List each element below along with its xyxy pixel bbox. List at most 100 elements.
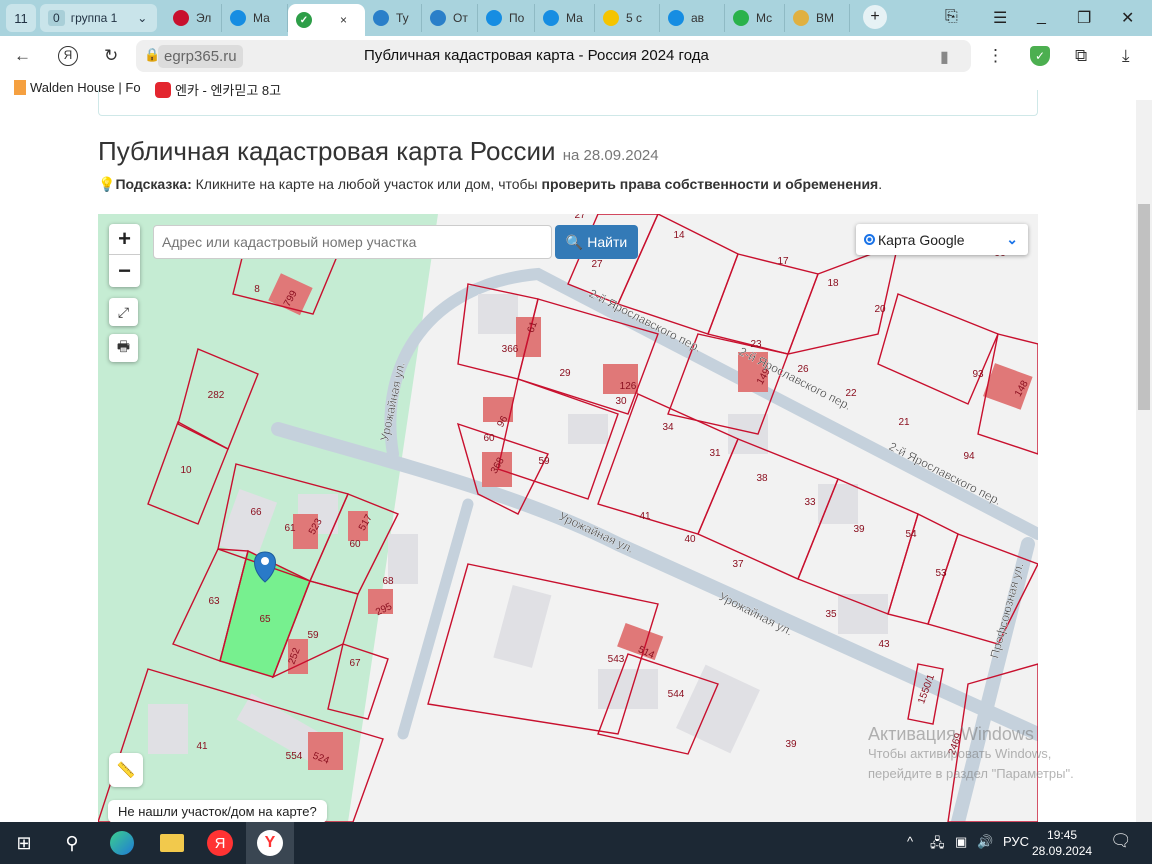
parcel-label[interactable]: 67 bbox=[349, 658, 361, 669]
tab-label: Эл bbox=[196, 11, 212, 25]
parcel-label[interactable]: 39 bbox=[853, 524, 865, 535]
parcel-label[interactable]: 93 bbox=[972, 369, 984, 380]
parcel-label[interactable]: 43 bbox=[878, 639, 890, 650]
parcel-label[interactable]: 53 bbox=[935, 568, 947, 579]
parcel-label[interactable]: 543 bbox=[608, 654, 625, 665]
bookmark-icon[interactable]: ▮ bbox=[940, 47, 949, 67]
tab[interactable]: Ма bbox=[222, 4, 288, 32]
tab[interactable]: ✓ × bbox=[288, 4, 365, 36]
parcel-label[interactable]: 65 bbox=[259, 614, 271, 625]
tab[interactable]: Ту bbox=[365, 4, 422, 32]
yandex-button[interactable]: Я bbox=[196, 822, 244, 864]
address-bar[interactable]: 🔒 egrp365.ru Публичная кадастровая карта… bbox=[136, 40, 971, 72]
tab-group[interactable]: 0 группа 1 ⌄ bbox=[40, 4, 157, 32]
fullscreen-button[interactable]: ⤢ bbox=[109, 298, 138, 326]
tab[interactable]: ав bbox=[660, 4, 725, 32]
parcel-label[interactable]: 41 bbox=[196, 741, 208, 752]
yandex-home-icon[interactable]: Я bbox=[58, 46, 78, 66]
parcel-label[interactable]: 41 bbox=[639, 511, 651, 522]
parcel-label[interactable]: 63 bbox=[208, 596, 220, 607]
new-tab-button[interactable]: + bbox=[863, 5, 887, 29]
parcel-label[interactable]: 94 bbox=[963, 451, 975, 462]
restore-icon[interactable]: ❐ bbox=[1077, 8, 1091, 28]
tab[interactable]: 5 с bbox=[595, 4, 660, 32]
parcel-label[interactable]: 33 bbox=[804, 497, 816, 508]
not-found-link[interactable]: Не нашли участок/дом на карте? bbox=[108, 800, 327, 822]
parcel-label[interactable]: 31 bbox=[709, 448, 721, 459]
find-button[interactable]: 🔍 Найти bbox=[555, 225, 638, 259]
parcel-label[interactable]: 60 bbox=[349, 539, 361, 550]
menu-icon[interactable]: ☰ bbox=[993, 8, 1007, 28]
volume-icon[interactable]: 🔊 bbox=[977, 834, 993, 850]
parcel-label[interactable]: 40 bbox=[684, 534, 696, 545]
parcel-label[interactable]: 21 bbox=[898, 417, 910, 428]
tab-counter[interactable]: 11 bbox=[6, 4, 36, 32]
edge-button[interactable] bbox=[98, 822, 146, 864]
tray-chevron-icon[interactable]: ^ bbox=[907, 834, 913, 849]
parcel-label[interactable]: 8 bbox=[254, 284, 260, 295]
download-icon[interactable]: ⤓ bbox=[1122, 46, 1130, 66]
search-button[interactable]: ⚲ bbox=[48, 822, 96, 864]
minimize-icon[interactable]: _ bbox=[1037, 8, 1046, 26]
parcel-label[interactable]: 34 bbox=[662, 422, 674, 433]
measure-button[interactable]: 📏 bbox=[109, 753, 143, 787]
tab[interactable]: По bbox=[478, 4, 535, 32]
parcel-label[interactable]: 27 bbox=[574, 214, 586, 221]
parcel-label[interactable]: 554 bbox=[286, 751, 303, 762]
hint-end: . bbox=[878, 176, 883, 192]
yandex-icon: Я bbox=[207, 830, 233, 856]
start-button[interactable]: ⊞ bbox=[0, 822, 48, 864]
parcel-label[interactable]: 17 bbox=[777, 256, 789, 267]
parcel-label[interactable]: 14 bbox=[673, 230, 685, 241]
parcel-label[interactable]: 282 bbox=[208, 390, 225, 401]
tab[interactable]: Эл bbox=[165, 4, 222, 32]
parcel-label[interactable]: 29 bbox=[559, 368, 571, 379]
explorer-button[interactable] bbox=[148, 822, 196, 864]
parcel-label[interactable]: 54 bbox=[905, 529, 917, 540]
zoom-in-button[interactable]: + bbox=[109, 224, 140, 255]
tab[interactable]: ВМ bbox=[785, 4, 850, 32]
camera-icon[interactable]: ▣ bbox=[955, 834, 967, 850]
close-window-icon[interactable]: ✕ bbox=[1121, 8, 1134, 28]
parcel-label[interactable]: 59 bbox=[538, 456, 550, 467]
parcel-label[interactable]: 544 bbox=[668, 689, 685, 700]
parcel-label[interactable]: 20 bbox=[874, 304, 886, 315]
back-icon[interactable]: ← bbox=[14, 46, 31, 66]
tab[interactable]: Ма bbox=[535, 4, 595, 32]
at-icon bbox=[668, 10, 684, 26]
clock-date: 28.09.2024 bbox=[1032, 844, 1093, 858]
print-button[interactable]: 🖶 bbox=[109, 334, 138, 362]
notifications-icon[interactable]: 🗨 bbox=[1110, 831, 1132, 851]
parcel-label[interactable]: 18 bbox=[827, 278, 839, 289]
parcel-label[interactable]: 66 bbox=[250, 507, 262, 518]
parcel-label[interactable]: 30 bbox=[615, 396, 627, 407]
reload-icon[interactable]: ↻ bbox=[104, 46, 118, 66]
yandex-browser-button[interactable]: Y bbox=[246, 822, 294, 864]
parcel-label[interactable]: 61 bbox=[284, 523, 296, 534]
search-input[interactable] bbox=[153, 225, 552, 259]
parcel-label[interactable]: 126 bbox=[620, 381, 637, 392]
tab[interactable]: От bbox=[422, 4, 478, 32]
bookmarks-panel-icon[interactable]: ⎘ bbox=[945, 8, 958, 26]
map-layer-select[interactable]: Карта Google ⌄ bbox=[856, 224, 1028, 255]
network-icon[interactable]: 🖧 bbox=[930, 834, 945, 856]
close-tab-icon[interactable]: × bbox=[340, 13, 347, 27]
zoom-out-button[interactable]: − bbox=[109, 255, 140, 286]
parcel-label[interactable]: 38 bbox=[756, 473, 768, 484]
parcel-label[interactable]: 68 bbox=[382, 576, 394, 587]
parcel-label[interactable]: 60 bbox=[483, 433, 495, 444]
adguard-shield-icon[interactable]: ✓ bbox=[1030, 46, 1050, 66]
extensions-icon[interactable]: ⧉ bbox=[1075, 46, 1087, 66]
parcel-label[interactable]: 27 bbox=[591, 259, 603, 270]
scrollbar-thumb[interactable] bbox=[1138, 204, 1150, 410]
more-icon[interactable]: ⋮ bbox=[987, 46, 1004, 66]
tab[interactable]: Мс bbox=[725, 4, 785, 32]
clock[interactable]: 19:45 28.09.2024 bbox=[1032, 827, 1092, 859]
parcel-label[interactable]: 37 bbox=[732, 559, 744, 570]
parcel-label[interactable]: 35 bbox=[825, 609, 837, 620]
parcel-label[interactable]: 59 bbox=[307, 630, 319, 641]
parcel-label[interactable]: 10 bbox=[180, 465, 192, 476]
language-indicator[interactable]: РУС bbox=[1003, 834, 1029, 849]
parcel-label[interactable]: 366 bbox=[502, 344, 519, 355]
parcel-label[interactable]: 39 bbox=[785, 739, 797, 750]
